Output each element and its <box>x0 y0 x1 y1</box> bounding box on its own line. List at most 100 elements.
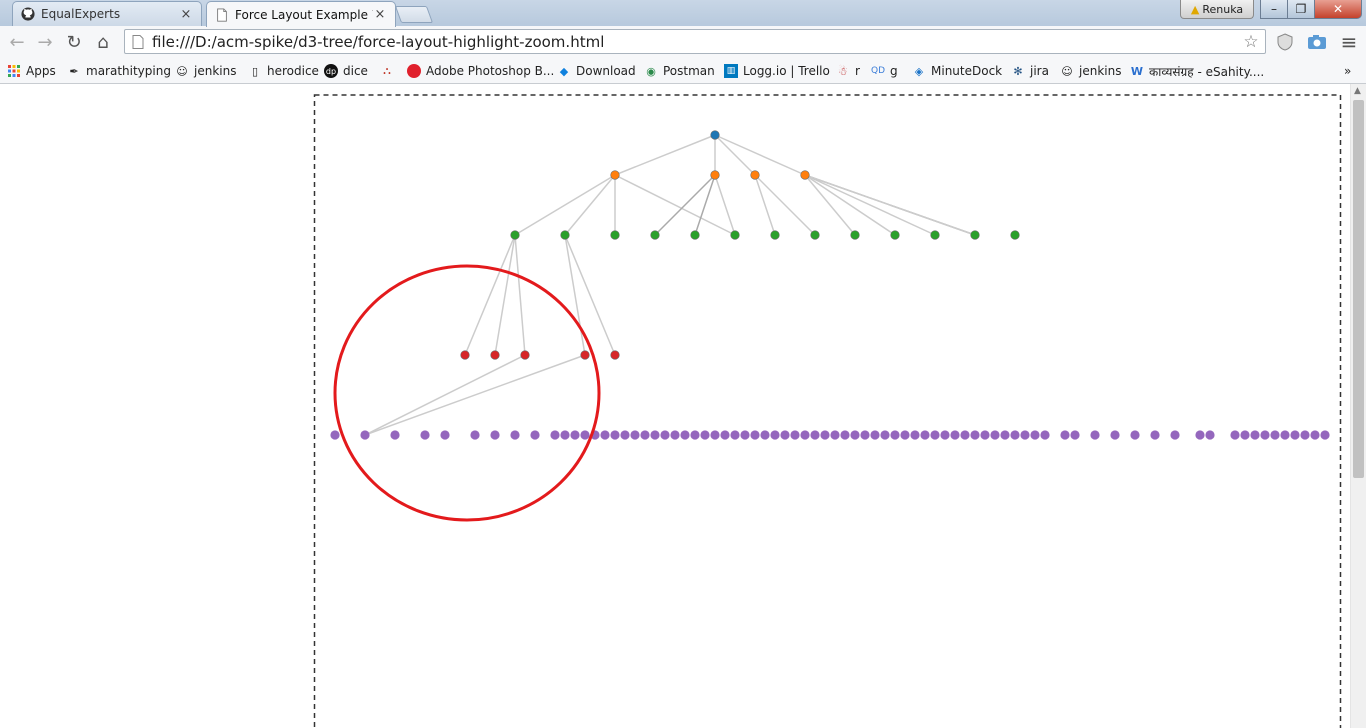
vertical-scrollbar[interactable]: ▲ <box>1350 84 1366 728</box>
bookmark-jenkins-2[interactable]: ☺ jenkins <box>1060 62 1121 80</box>
graph-node-level4 <box>1320 430 1330 440</box>
bookmark-jira[interactable]: ✻ jira <box>1011 62 1049 80</box>
graph-node-level1 <box>610 170 620 180</box>
chrome-menu-icon[interactable]: ≡ <box>1338 30 1360 54</box>
graph-node-level4 <box>1070 430 1080 440</box>
jira-icon: ✻ <box>1013 64 1023 78</box>
bookmark-label: Apps <box>26 64 56 78</box>
graph-node-level4 <box>1270 430 1280 440</box>
graph-node-level4 <box>960 430 970 440</box>
graph-node-level2 <box>970 230 980 240</box>
graph-node-level3 <box>610 350 620 360</box>
url-text[interactable]: file:///D:/acm-spike/d3-tree/force-layou… <box>152 33 1241 51</box>
bookmark-marathityping[interactable]: ✒ marathityping <box>67 62 171 80</box>
graph-node-level4 <box>580 430 590 440</box>
graph-node-level4 <box>660 430 670 440</box>
graph-link <box>754 174 816 236</box>
bookmark-star-icon[interactable]: ☆ <box>1241 32 1261 52</box>
graph-node-level3 <box>580 350 590 360</box>
qd-icon: QD <box>871 66 886 76</box>
graph-node-level4 <box>860 430 870 440</box>
graph-node-level4 <box>690 430 700 440</box>
graph-node-level4 <box>790 430 800 440</box>
camera-extension-icon[interactable] <box>1307 34 1327 50</box>
tab-close-icon[interactable]: × <box>373 7 387 22</box>
bookmark-esahity[interactable]: W काव्यसंग्रह - eSahity.... <box>1130 62 1264 80</box>
dropbox-icon: ◆ <box>559 64 569 78</box>
github-icon <box>21 7 35 21</box>
bookmark-adobe-photoshop[interactable]: Adobe Photoshop B... <box>407 62 554 80</box>
graph-node-level4 <box>830 430 840 440</box>
maximize-button[interactable]: ❐ <box>1287 0 1315 19</box>
graph-node-level4 <box>800 430 810 440</box>
new-tab-button[interactable] <box>394 6 434 23</box>
quill-icon: ✒ <box>69 64 79 78</box>
graph-node-level4 <box>840 430 850 440</box>
graph-node-level4 <box>950 430 960 440</box>
scrollbar-thumb[interactable] <box>1353 100 1364 478</box>
shield-extension-icon[interactable] <box>1276 33 1294 51</box>
graph-link <box>564 234 616 356</box>
bookmark-download[interactable]: ◆ Download <box>557 62 636 80</box>
graph-node-level4 <box>980 430 990 440</box>
bookmark-g[interactable]: QD g <box>871 62 898 80</box>
tab-close-icon[interactable]: × <box>179 7 193 22</box>
graph-node-level4 <box>1280 430 1290 440</box>
tab-force-layout[interactable]: Force Layout Example 7 × <box>206 1 396 27</box>
force-layout-graph[interactable] <box>0 84 1350 728</box>
graph-node-level4 <box>940 430 950 440</box>
bookmark-jenkins[interactable]: ☺ jenkins <box>175 62 236 80</box>
page-icon <box>132 34 144 49</box>
graph-node-level4 <box>770 430 780 440</box>
address-bar[interactable]: file:///D:/acm-spike/d3-tree/force-layou… <box>124 29 1266 54</box>
back-button[interactable]: ← <box>6 31 28 53</box>
bookmarks-overflow-button[interactable]: » <box>1344 62 1351 80</box>
graph-node-level4 <box>1230 430 1240 440</box>
graph-node-level4 <box>1020 430 1030 440</box>
graph-node-level4 <box>710 430 720 440</box>
bookmark-label: काव्यसंग्रह - eSahity.... <box>1149 64 1265 79</box>
close-window-button[interactable]: ✕ <box>1314 0 1362 19</box>
tab-equalexperts[interactable]: EqualExperts × <box>12 1 202 26</box>
graph-link <box>714 134 756 176</box>
tab-title: Force Layout Example 7 <box>235 7 373 22</box>
graph-node-level4 <box>910 430 920 440</box>
graph-node-level4 <box>1150 430 1160 440</box>
scroll-up-icon[interactable]: ▲ <box>1354 86 1361 96</box>
graph-node-level4 <box>610 430 620 440</box>
graph-node-level4 <box>1170 430 1180 440</box>
reload-button[interactable]: ↻ <box>63 31 85 53</box>
trello-icon: ▥ <box>724 64 738 78</box>
bookmark-label: g <box>890 64 898 78</box>
bookmark-r[interactable]: ☃ r <box>836 62 860 80</box>
graph-node-level4 <box>920 430 930 440</box>
tab-strip: EqualExperts × Force Layout Example 7 × … <box>0 0 1366 27</box>
home-button[interactable]: ⌂ <box>92 31 114 53</box>
graph-node-level4 <box>1130 430 1140 440</box>
graph-node-level2 <box>770 230 780 240</box>
graph-node-level4 <box>550 430 560 440</box>
graph-node-level1 <box>750 170 760 180</box>
bookmark-dice[interactable]: dp dice <box>324 62 368 80</box>
bookmark-label: jenkins <box>194 64 237 78</box>
graph-node-level4 <box>1010 430 1020 440</box>
minimize-button[interactable]: – <box>1260 0 1288 19</box>
bookmark-label: dice <box>343 64 368 78</box>
bookmark-apps[interactable]: Apps <box>7 62 56 80</box>
r-icon: ☃ <box>838 64 848 78</box>
graph-node-level2 <box>560 230 570 240</box>
bookmark-herodice[interactable]: ▯ herodice <box>248 62 319 80</box>
forward-button[interactable]: → <box>34 31 56 53</box>
bookmark-trello[interactable]: ▥ Logg.io | Trello <box>724 62 830 80</box>
bookmark-label: jira <box>1030 64 1049 78</box>
page-viewport <box>0 84 1350 728</box>
browser-toolbar: ← → ↻ ⌂ file:///D:/acm-spike/d3-tree/for… <box>0 26 1366 60</box>
bookmark-postman[interactable]: ◉ Postman <box>644 62 715 80</box>
profile-badge[interactable]: ▲ Renuka <box>1180 0 1254 19</box>
bookmark-minutedock[interactable]: ◈ MinuteDock <box>912 62 1002 80</box>
graph-link <box>364 354 586 436</box>
graph-node-level4 <box>1040 430 1050 440</box>
bookmark-tree[interactable]: ⛬ <box>380 62 399 80</box>
graph-node-root <box>710 130 720 140</box>
graph-node-level4 <box>670 430 680 440</box>
